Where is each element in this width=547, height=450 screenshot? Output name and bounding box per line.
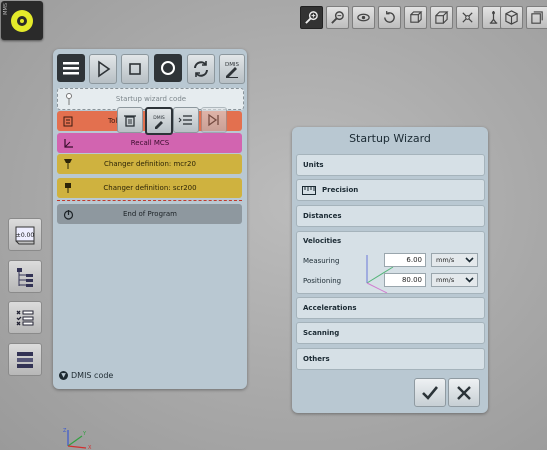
dialog-title: Startup Wizard	[349, 132, 431, 145]
eye-view-icon[interactable]	[352, 6, 375, 29]
section-accelerations[interactable]: Accelerations	[296, 297, 485, 319]
play-button[interactable]	[89, 54, 117, 84]
svg-text:±0.00: ±0.00	[16, 232, 35, 239]
measuring-field[interactable]: 6.00	[384, 253, 426, 267]
row-text: Changer definition: scr200	[103, 184, 197, 192]
delete-icon[interactable]	[117, 107, 143, 133]
row-context-menu: DMIS	[117, 107, 227, 135]
dmis-code-toggle[interactable]: ▼ DMIS code	[59, 371, 113, 380]
step-forward-icon[interactable]	[201, 107, 227, 133]
zoom-out-icon[interactable]	[326, 6, 349, 29]
translate-icon[interactable]	[456, 6, 479, 29]
cube-side-icon[interactable]	[430, 6, 453, 29]
svg-text:X: X	[88, 445, 92, 450]
chevron-down-icon	[465, 277, 474, 283]
row-text: Changer definition: mcr20	[104, 160, 196, 168]
wizard-icon	[61, 93, 77, 105]
section-scanning[interactable]: Scanning	[296, 322, 485, 344]
program-panel: DMIS Startup wizard code Tole Recall MCS…	[53, 49, 247, 389]
record-button[interactable]	[154, 54, 182, 82]
end-program-icon	[60, 209, 76, 220]
row-text: Startup wizard code	[115, 95, 187, 103]
close-icon	[457, 385, 471, 400]
zoom-in-icon[interactable]	[300, 6, 323, 29]
section-others[interactable]: Others	[296, 348, 485, 370]
tree-view-icon[interactable]	[8, 260, 42, 293]
section-velocities: Velocities Measuring 6.00 mm/s Positioni…	[296, 231, 485, 294]
section-units[interactable]: Units	[296, 154, 485, 176]
positioning-label: Positioning	[303, 277, 342, 285]
probe-changer-icon	[60, 158, 76, 170]
list-item[interactable]: Changer definition: mcr20	[57, 154, 242, 174]
positioning-field[interactable]: 80.00	[384, 273, 426, 287]
cube-front-icon[interactable]	[404, 6, 427, 29]
checklist-icon[interactable]	[8, 301, 42, 334]
tolerance-icon	[60, 116, 76, 127]
dmis-edit-icon[interactable]: DMIS	[145, 107, 173, 135]
layers-icon[interactable]	[526, 6, 547, 29]
list-item[interactable]: Recall MCS	[57, 133, 242, 153]
insert-marker	[57, 200, 242, 201]
measuring-unit-select[interactable]: mm/s	[431, 253, 478, 267]
status-tag: MMS	[3, 3, 9, 15]
coordinate-system-icon	[60, 138, 76, 149]
svg-text:Z: Z	[63, 428, 67, 434]
ruler-icon	[302, 185, 316, 195]
confirm-button[interactable]	[414, 378, 446, 407]
list-edit-icon[interactable]	[173, 107, 199, 133]
velocities-title: Velocities	[303, 237, 342, 245]
rotate-view-icon[interactable]	[378, 6, 401, 29]
list-item[interactable]: Changer definition: scr200	[57, 178, 242, 198]
svg-text:DMIS: DMIS	[153, 115, 165, 121]
chevron-down-icon	[465, 257, 474, 263]
view-toolbar-right	[500, 6, 547, 29]
list-item[interactable]: End of Program	[57, 204, 242, 224]
list-view-icon[interactable]	[8, 343, 42, 376]
cancel-button[interactable]	[448, 378, 480, 407]
chevron-down-icon: ▼	[59, 371, 68, 380]
row-text: End of Program	[122, 210, 178, 218]
axis-triad-icon: Z Y X	[63, 428, 92, 450]
row-text: Recall MCS	[130, 139, 170, 147]
probe-changer-icon	[60, 182, 76, 194]
dmis-edit-button[interactable]: DMIS	[219, 54, 245, 84]
startup-wizard-dialog: Startup Wizard Units Precision Distances…	[292, 127, 488, 413]
stop-button[interactable]	[121, 54, 149, 84]
measuring-label: Measuring	[303, 257, 340, 265]
cube-iso-icon[interactable]	[500, 6, 523, 29]
section-precision[interactable]: Precision	[296, 179, 485, 201]
view-toolbar	[300, 6, 505, 29]
positioning-unit-select[interactable]: mm/s	[431, 273, 478, 287]
readout-button[interactable]: ±0.00	[8, 218, 42, 251]
svg-text:DMIS: DMIS	[225, 62, 240, 68]
menu-button[interactable]	[57, 54, 85, 82]
check-icon	[422, 385, 439, 400]
section-distances[interactable]: Distances	[296, 205, 485, 227]
svg-text:Y: Y	[82, 431, 87, 437]
dmis-code-label: DMIS code	[71, 371, 114, 380]
refresh-button[interactable]	[187, 54, 215, 84]
